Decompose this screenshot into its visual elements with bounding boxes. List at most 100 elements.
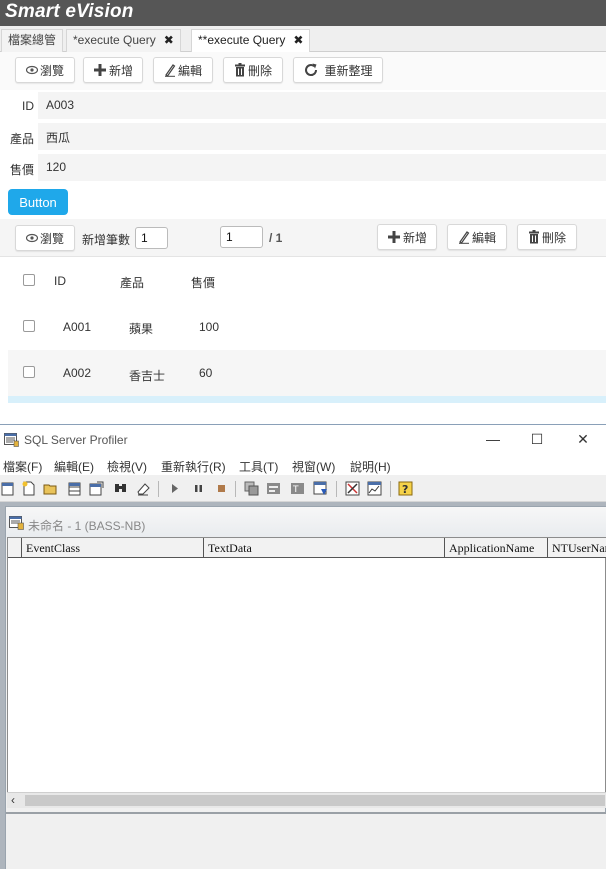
delete-button[interactable]: 刪除 <box>223 57 283 83</box>
delete-label: 刪除 <box>247 63 272 78</box>
trace-window-titlebar[interactable]: 未命名 - 1 (BASS-NB) <box>6 507 606 537</box>
cell-product: 蘋果 <box>129 322 154 336</box>
column-header-product[interactable]: 產品 <box>120 274 144 291</box>
add-button[interactable]: 新增 <box>83 57 143 83</box>
new-file-icon[interactable] <box>21 481 36 496</box>
text-data-icon[interactable]: T <box>290 481 305 496</box>
field-label: 產品 <box>9 132 34 146</box>
column-header-id[interactable]: ID <box>54 274 66 288</box>
column-header-textdata[interactable]: TextData <box>204 538 445 558</box>
refresh-icon <box>305 63 318 76</box>
new-trace-icon[interactable] <box>1 481 16 496</box>
edit-label: 編輯 <box>177 63 202 78</box>
page-number-input[interactable]: 1 <box>220 226 263 248</box>
field-id: ID A003 <box>0 91 606 121</box>
maximize-icon[interactable]: ☐ <box>529 431 545 447</box>
tab-label: 檔案總管 <box>8 33 57 47</box>
menu-replay[interactable]: 重新執行(R) <box>161 458 226 475</box>
row-checkbox[interactable] <box>23 320 35 332</box>
add-label: 新增 <box>402 230 427 245</box>
table-row[interactable]: A001 蘋果 100 <box>8 304 606 350</box>
menu-tools[interactable]: 工具(T) <box>239 458 278 475</box>
field-label: 售價 <box>9 163 34 177</box>
close-tab-icon[interactable]: ✖ <box>164 30 174 51</box>
scrollbar-thumb[interactable] <box>25 795 605 806</box>
open-table-icon[interactable] <box>67 481 82 496</box>
table-row[interactable]: A002 香吉士 60 <box>8 350 606 396</box>
menu-view[interactable]: 檢視(V) <box>107 458 147 475</box>
trace-window-title: 未命名 - 1 (BASS-NB) <box>28 519 146 533</box>
open-folder-icon[interactable] <box>43 481 58 496</box>
grid-add-button[interactable]: 新增 <box>377 224 437 250</box>
profiler-window: SQL Server Profiler — ☐ ✕ 檔案(F) 編輯(E) 檢視… <box>0 424 606 869</box>
column-header-ntusername[interactable]: NTUserName <box>548 538 606 558</box>
row-selector-header <box>8 538 22 558</box>
find-icon[interactable] <box>113 481 128 496</box>
help-icon[interactable]: ? <box>398 481 413 496</box>
column-header-price[interactable]: 售價 <box>191 274 215 291</box>
pause-trace-icon[interactable] <box>191 481 206 496</box>
edit-button[interactable]: 編輯 <box>153 57 213 83</box>
plus-icon <box>93 64 106 76</box>
template-icon[interactable] <box>266 481 281 496</box>
trace-grid: EventClass TextData ApplicationName NTUs… <box>7 537 606 808</box>
trace-properties-icon[interactable] <box>244 481 259 496</box>
add-count-input[interactable]: 1 <box>135 227 168 249</box>
cell-product: 香吉士 <box>129 369 166 383</box>
menu-edit[interactable]: 編輯(E) <box>54 458 94 475</box>
column-header-eventclass[interactable]: EventClass <box>22 538 204 558</box>
mdi-workspace: 未命名 - 1 (BASS-NB) EventClass TextData Ap… <box>0 502 606 869</box>
window-titlebar[interactable]: SQL Server Profiler — ☐ ✕ <box>0 425 606 455</box>
toolbar-separator <box>336 481 337 497</box>
svg-text:?: ? <box>402 483 408 496</box>
price-field[interactable]: 120 <box>38 154 606 181</box>
auto-scroll-icon[interactable] <box>313 481 328 496</box>
performance-monitor-icon[interactable] <box>367 481 382 496</box>
menu-file[interactable]: 檔案(F) <box>3 458 42 475</box>
grid-browse-button[interactable]: 瀏覽 <box>15 225 75 251</box>
row-checkbox[interactable] <box>23 366 35 378</box>
select-all-checkbox[interactable] <box>23 274 35 286</box>
cell-price: 100 <box>199 320 220 334</box>
add-label: 新增 <box>108 63 133 78</box>
add-count-label: 新增筆數 <box>82 233 131 247</box>
tab-execute-query-2[interactable]: **execute Query ✖ <box>191 29 311 53</box>
minimize-icon[interactable]: — <box>485 431 501 447</box>
toolbar-separator <box>158 481 159 497</box>
delete-label: 刪除 <box>541 230 566 245</box>
menu-window[interactable]: 視窗(W) <box>292 458 335 475</box>
tuning-advisor-icon[interactable] <box>345 481 360 496</box>
plus-icon <box>387 231 400 243</box>
field-product: 產品 西瓜 <box>0 122 606 152</box>
grid-delete-button[interactable]: 刪除 <box>517 224 577 250</box>
product-field[interactable]: 西瓜 <box>38 123 606 150</box>
trace-detail-pane[interactable] <box>6 812 606 869</box>
grid-edit-button[interactable]: 編輯 <box>447 224 507 250</box>
tab-file-explorer[interactable]: 檔案總管 <box>1 29 64 52</box>
properties-icon[interactable] <box>89 481 104 496</box>
grid-header: ID 產品 售價 <box>8 258 606 304</box>
edit-label: 編輯 <box>471 230 496 245</box>
id-field[interactable]: A003 <box>38 92 606 119</box>
refresh-label: 重新整理 <box>324 63 373 78</box>
clear-trace-icon[interactable] <box>135 481 150 496</box>
table-row-selected[interactable] <box>8 396 606 403</box>
toolbar-separator <box>235 481 236 497</box>
svg-text:T: T <box>292 485 299 495</box>
trace-child-window: 未命名 - 1 (BASS-NB) EventClass TextData Ap… <box>5 506 606 869</box>
horizontal-scrollbar[interactable]: ‹ <box>7 792 606 808</box>
stop-trace-icon[interactable] <box>214 481 229 496</box>
refresh-button[interactable]: 重新整理 <box>293 57 383 83</box>
menu-help[interactable]: 說明(H) <box>350 458 391 475</box>
close-icon[interactable]: ✕ <box>575 431 591 447</box>
close-tab-icon[interactable]: ✖ <box>293 30 303 51</box>
run-trace-icon[interactable] <box>167 481 182 496</box>
column-header-applicationname[interactable]: ApplicationName <box>445 538 548 558</box>
action-button[interactable]: Button <box>8 189 68 215</box>
cell-price: 60 <box>199 366 213 380</box>
page-total: / 1 <box>269 231 283 245</box>
scroll-left-icon[interactable]: ‹ <box>11 793 15 807</box>
browse-button[interactable]: 瀏覽 <box>15 57 75 83</box>
tab-label: *execute Query <box>73 33 156 47</box>
tab-execute-query-1[interactable]: *execute Query ✖ <box>66 29 181 52</box>
